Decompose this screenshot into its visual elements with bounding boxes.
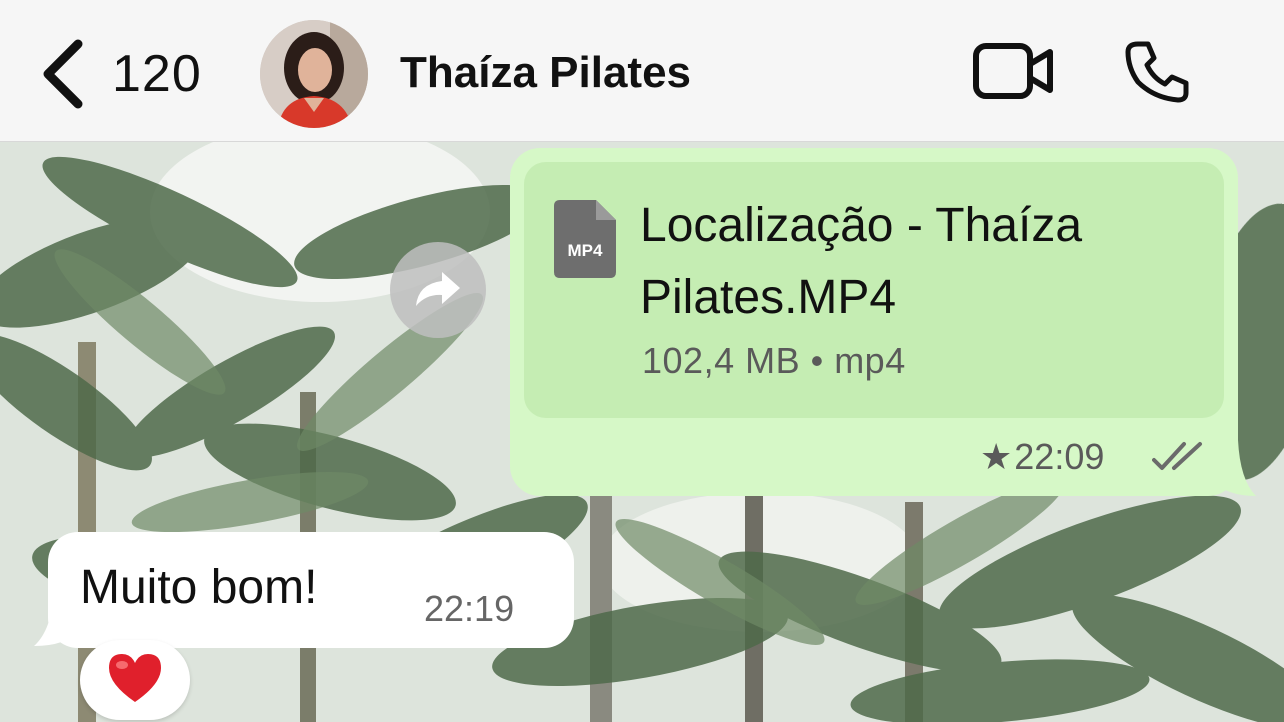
incoming-message-text: Muito bom! [80,561,318,614]
phone-icon [1125,41,1189,103]
double-check-read-icon [1152,442,1202,470]
contact-avatar[interactable] [260,20,368,128]
video-camera-icon [973,43,1053,99]
back-button[interactable] [38,38,88,110]
video-call-button[interactable] [972,40,1056,102]
chat-header: 120 Thaíza Pilates [0,0,1284,142]
outgoing-message-meta: ★22:09 [980,436,1104,478]
mp4-file-icon: MP4 [554,200,616,278]
voice-call-button[interactable] [1124,38,1192,106]
forward-button[interactable] [390,242,486,338]
outgoing-message-time: 22:09 [1014,436,1105,477]
incoming-message-time: 22:19 [424,588,515,629]
message-reaction[interactable] [80,640,190,720]
svg-text:MP4: MP4 [568,241,604,260]
contact-name[interactable]: Thaíza Pilates [400,48,691,98]
file-name: Localização - Thaíza Pilates.MP4 [640,199,1083,324]
chevron-left-icon [43,39,83,109]
unread-count[interactable]: 120 [112,44,202,104]
forward-arrow-icon [416,272,460,306]
star-icon: ★ [980,436,1013,477]
heart-icon [109,654,161,702]
file-size-type: 102,4 MB • mp4 [642,340,906,381]
